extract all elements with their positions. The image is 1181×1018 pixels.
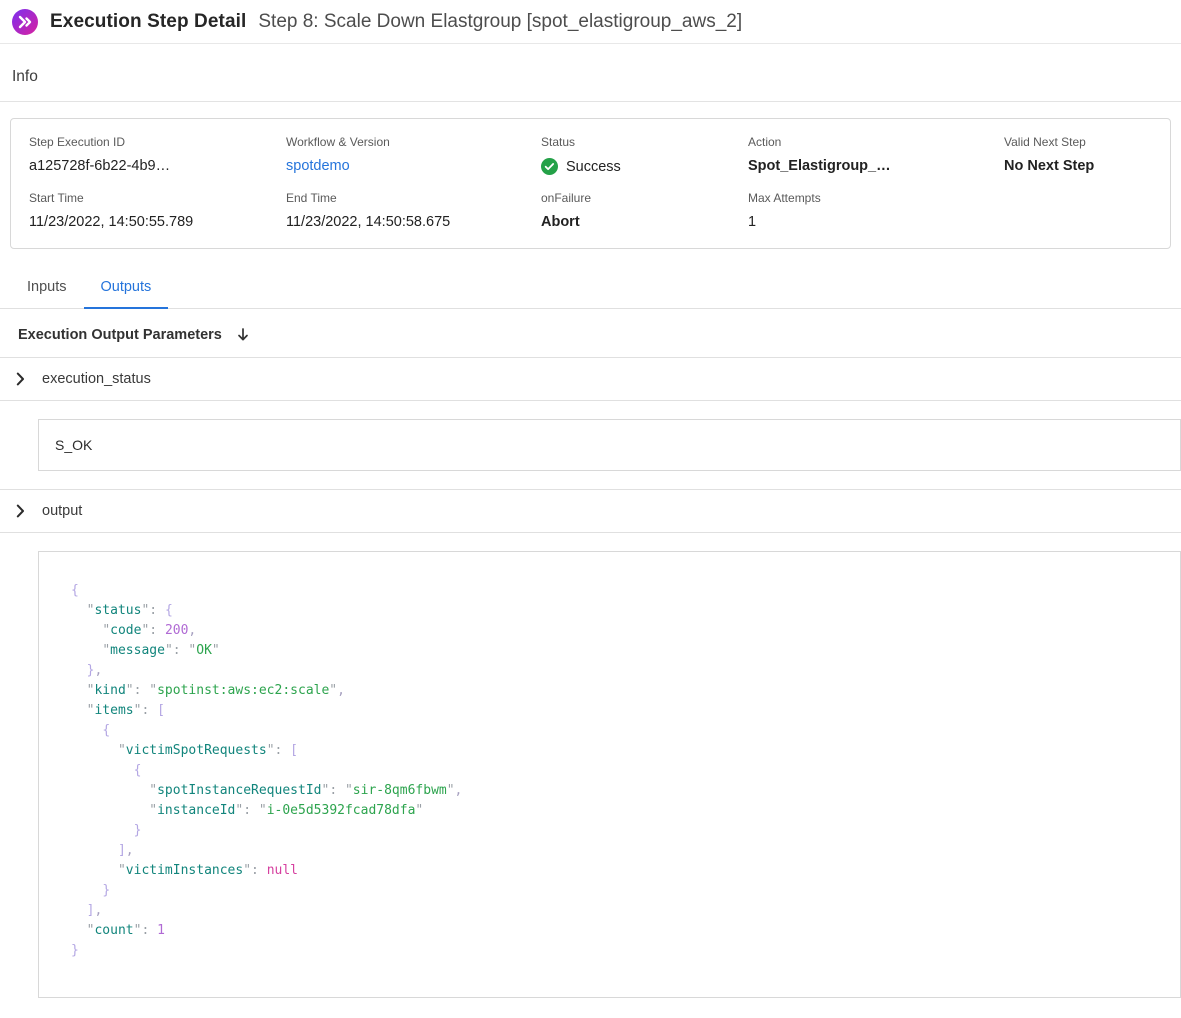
field-end-time: End Time 11/23/2022, 14:50:58.675	[286, 181, 541, 236]
field-label: Valid Next Step	[1004, 135, 1144, 149]
param-section-output: output { "status": { "code": 200, "messa…	[0, 489, 1181, 998]
field-label: Step Execution ID	[29, 135, 278, 149]
field-value: 11/23/2022, 14:50:55.789	[29, 214, 278, 230]
field-step-execution-id: Step Execution ID a125728f-6b22-4b9…	[29, 125, 286, 181]
output-json-code: { "status": { "code": 200, "message": "O…	[38, 551, 1181, 998]
chevron-right-icon	[16, 504, 25, 518]
tab-outputs[interactable]: Outputs	[84, 267, 169, 309]
chevron-right-icon	[16, 372, 25, 386]
field-label: Max Attempts	[748, 191, 996, 205]
status-badge: Success	[541, 158, 740, 175]
field-value: Abort	[541, 214, 740, 230]
info-section-heading: Info	[0, 44, 1181, 102]
field-label: End Time	[286, 191, 533, 205]
topbar: Execution Step Detail Step 8: Scale Down…	[0, 0, 1181, 44]
execution-status-value: S_OK	[38, 419, 1181, 471]
field-onfailure: onFailure Abort	[541, 181, 748, 236]
field-value: 11/23/2022, 14:50:58.675	[286, 214, 533, 230]
param-header-output[interactable]: output	[0, 489, 1181, 533]
tab-inputs[interactable]: Inputs	[10, 267, 84, 309]
tabs-bar: Inputs Outputs	[0, 267, 1181, 309]
field-label: Action	[748, 135, 996, 149]
param-header-execution-status[interactable]: execution_status	[0, 357, 1181, 401]
field-valid-next-step: Valid Next Step No Next Step	[1004, 125, 1152, 181]
workflow-link[interactable]: spotdemo	[286, 158, 533, 174]
field-value: 1	[748, 214, 996, 230]
field-value: No Next Step	[1004, 158, 1144, 174]
field-action: Action Spot_Elastigroup_…	[748, 125, 1004, 181]
field-value: a125728f-6b22-4b9…	[29, 158, 278, 174]
field-label: onFailure	[541, 191, 740, 205]
success-check-icon	[541, 158, 558, 175]
arrow-down-icon[interactable]	[236, 327, 250, 343]
output-params-title: Execution Output Parameters	[18, 327, 222, 343]
param-section-execution-status: execution_status S_OK	[0, 357, 1181, 471]
field-label: Workflow & Version	[286, 135, 533, 149]
field-label: Start Time	[29, 191, 278, 205]
param-name: output	[42, 503, 82, 519]
field-workflow-version: Workflow & Version spotdemo	[286, 125, 541, 181]
param-name: execution_status	[42, 371, 151, 387]
field-value: Spot_Elastigroup_…	[748, 158, 996, 174]
field-label: Status	[541, 135, 740, 149]
info-card: Step Execution ID a125728f-6b22-4b9… Wor…	[10, 118, 1171, 249]
brand-logo-icon	[12, 9, 38, 35]
output-params-heading: Execution Output Parameters	[0, 309, 1181, 357]
status-text: Success	[566, 159, 621, 175]
field-start-time: Start Time 11/23/2022, 14:50:55.789	[29, 181, 286, 236]
execution-step-detail-page: Execution Step Detail Step 8: Scale Down…	[0, 0, 1181, 998]
page-subtitle: Step 8: Scale Down Elastgroup [spot_elas…	[258, 11, 742, 33]
field-max-attempts: Max Attempts 1	[748, 181, 1004, 236]
field-status: Status Success	[541, 125, 748, 181]
page-title: Execution Step Detail	[50, 11, 246, 33]
